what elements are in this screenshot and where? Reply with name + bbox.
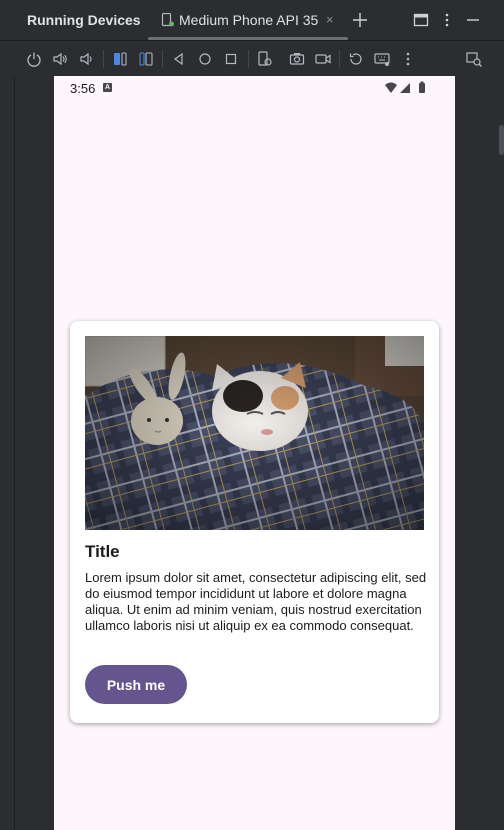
layout-icon[interactable] bbox=[412, 11, 430, 29]
overview-icon[interactable] bbox=[222, 50, 240, 68]
battery-icon bbox=[419, 83, 425, 93]
rotate-right-icon[interactable] bbox=[137, 50, 155, 68]
reset-icon[interactable] bbox=[347, 50, 365, 68]
cat-photo bbox=[85, 336, 424, 530]
more-icon[interactable] bbox=[399, 50, 417, 68]
close-icon[interactable]: × bbox=[326, 12, 334, 27]
scrollbar[interactable] bbox=[499, 125, 504, 155]
device-mirror-icon[interactable] bbox=[256, 50, 274, 68]
rotate-left-icon[interactable] bbox=[111, 50, 129, 68]
screen-record-icon[interactable] bbox=[314, 50, 332, 68]
signal-icon bbox=[400, 83, 410, 93]
power-icon[interactable] bbox=[25, 50, 43, 68]
back-icon[interactable] bbox=[170, 50, 188, 68]
volume-up-icon[interactable] bbox=[51, 50, 69, 68]
left-gutter bbox=[0, 76, 15, 830]
card-title: Title bbox=[85, 542, 120, 561]
tab-label: Medium Phone API 35 bbox=[179, 12, 319, 28]
more-options-icon[interactable] bbox=[438, 11, 456, 29]
device-search-icon[interactable] bbox=[465, 50, 483, 68]
status-bar-time: 3:56 bbox=[70, 81, 96, 96]
device-tab-icon bbox=[161, 13, 174, 27]
card-body-text: Lorem ipsum dolor sit amet, consectetur … bbox=[85, 570, 427, 633]
push-me-button[interactable]: Push me bbox=[85, 665, 187, 704]
volume-down-icon[interactable] bbox=[77, 50, 95, 68]
keyboard-icon[interactable] bbox=[373, 50, 391, 68]
content-card: Title Lorem ipsum dolor sit amet, consec… bbox=[70, 321, 439, 723]
device-toolbar bbox=[0, 40, 504, 76]
toolbar-divider bbox=[339, 50, 340, 68]
tab-medium-phone[interactable]: Medium Phone API 35 × bbox=[158, 0, 348, 40]
notification-icon: A bbox=[103, 83, 112, 92]
window-title-bar: Running Devices Medium Phone API 35 × bbox=[0, 0, 504, 40]
add-tab-icon[interactable] bbox=[351, 11, 369, 29]
minimize-icon[interactable] bbox=[464, 11, 482, 29]
device-screen[interactable]: 3:56 A Title Lorem ipsum dolor sit amet,… bbox=[54, 76, 455, 830]
wifi-icon bbox=[385, 82, 397, 93]
home-icon[interactable] bbox=[196, 50, 214, 68]
toolbar-divider bbox=[103, 50, 104, 68]
toolbar-divider bbox=[162, 50, 163, 68]
window-title: Running Devices bbox=[27, 12, 141, 28]
screenshot-icon[interactable] bbox=[288, 50, 306, 68]
card-image bbox=[85, 336, 424, 530]
toolbar-divider bbox=[248, 50, 249, 68]
status-icons bbox=[385, 81, 425, 93]
